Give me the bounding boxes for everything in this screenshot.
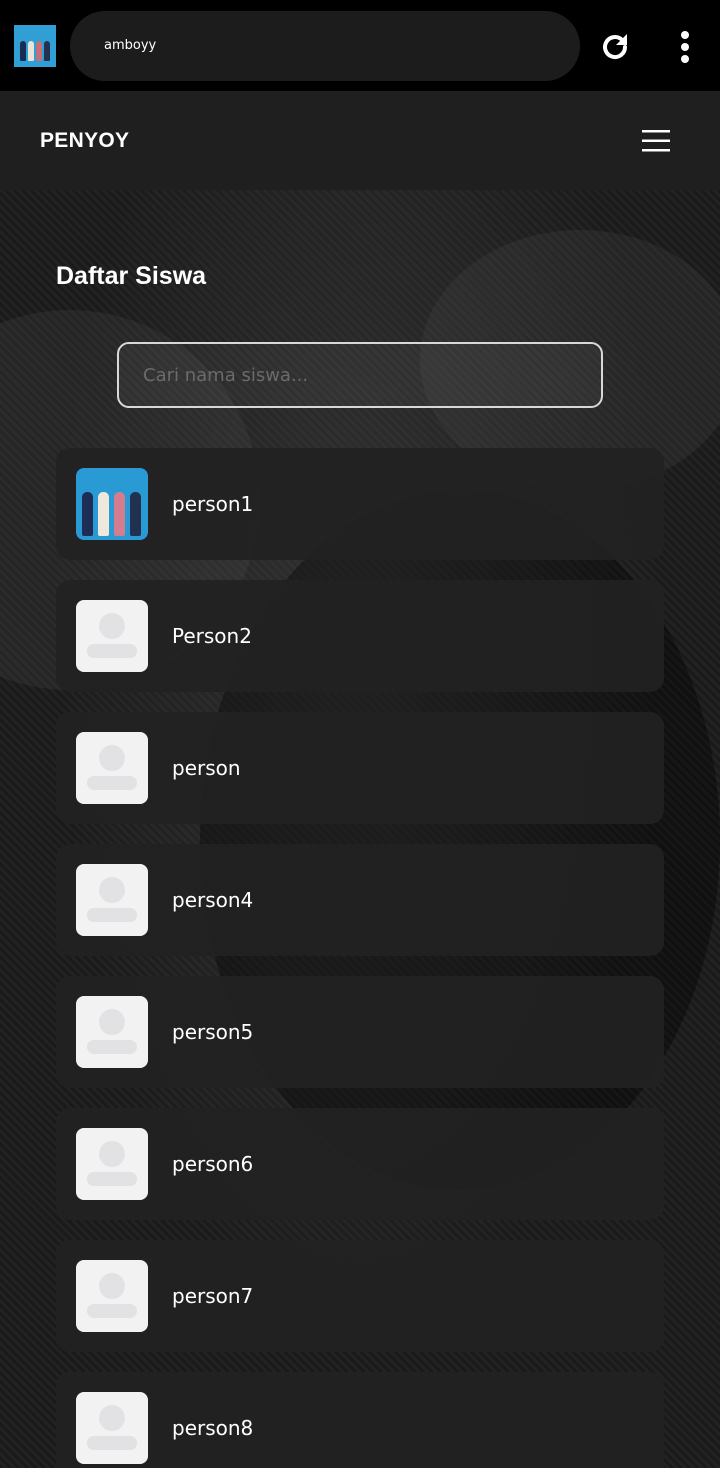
default-avatar-icon bbox=[76, 600, 148, 672]
main-content: Daftar Siswa person1 Person2 person pers… bbox=[0, 190, 720, 1468]
student-name: Person2 bbox=[172, 624, 252, 648]
default-avatar-icon bbox=[76, 1392, 148, 1464]
student-photo bbox=[76, 468, 148, 540]
student-name: person1 bbox=[172, 492, 254, 516]
hamburger-icon[interactable] bbox=[640, 128, 672, 154]
reload-icon[interactable] bbox=[596, 28, 634, 66]
default-avatar-icon bbox=[76, 864, 148, 936]
more-vert-icon[interactable] bbox=[670, 28, 700, 66]
student-name: person4 bbox=[172, 888, 254, 912]
site-navbar: PENYOY bbox=[0, 91, 720, 190]
student-card[interactable]: person1 bbox=[56, 448, 664, 560]
student-card[interactable]: person8 bbox=[56, 1372, 664, 1468]
student-card[interactable]: person5 bbox=[56, 976, 664, 1088]
student-name: person bbox=[172, 756, 241, 780]
default-avatar-icon bbox=[76, 732, 148, 804]
student-name: person6 bbox=[172, 1152, 254, 1176]
student-card[interactable]: person7 bbox=[56, 1240, 664, 1352]
browser-toolbar: amboyy bbox=[0, 0, 720, 91]
student-name: person8 bbox=[172, 1416, 254, 1440]
address-bar[interactable]: amboyy bbox=[70, 11, 580, 81]
page-title: Daftar Siswa bbox=[56, 262, 207, 290]
student-card[interactable]: Person2 bbox=[56, 580, 664, 692]
student-card[interactable]: person4 bbox=[56, 844, 664, 956]
tab-thumbnail-image[interactable] bbox=[14, 25, 56, 67]
address-bar-text: amboyy bbox=[104, 38, 157, 53]
default-avatar-icon bbox=[76, 1128, 148, 1200]
default-avatar-icon bbox=[76, 996, 148, 1068]
student-card[interactable]: person6 bbox=[56, 1108, 664, 1220]
search-input[interactable] bbox=[117, 342, 603, 408]
student-card[interactable]: person bbox=[56, 712, 664, 824]
default-avatar-icon bbox=[76, 1260, 148, 1332]
brand-logo[interactable]: PENYOY bbox=[40, 91, 129, 190]
student-name: person7 bbox=[172, 1284, 254, 1308]
student-list: person1 Person2 person person4 person5 p… bbox=[56, 448, 664, 1468]
student-name: person5 bbox=[172, 1020, 254, 1044]
